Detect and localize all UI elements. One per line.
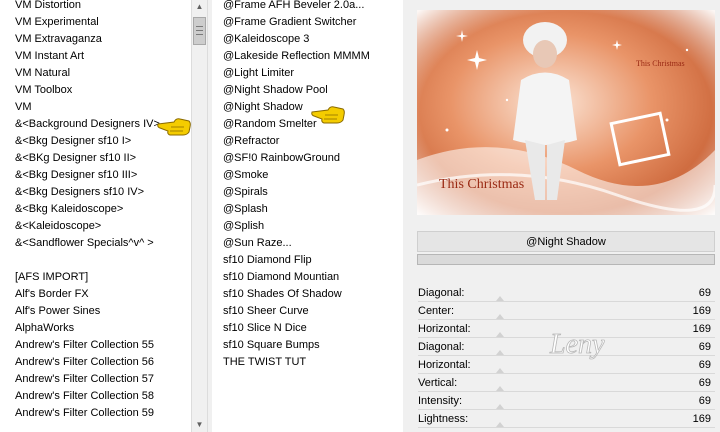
category-item[interactable]: VM Natural: [15, 65, 70, 82]
filter-item[interactable]: @Frame AFH Beveler 2.0a...: [223, 0, 364, 14]
filter-item-selected[interactable]: @Night Shadow: [223, 99, 303, 116]
slider-track[interactable]: [418, 319, 715, 320]
filter-item[interactable]: @Splish: [223, 218, 264, 235]
param-intensity[interactable]: Intensity: 69: [418, 393, 715, 410]
filter-item[interactable]: sf10 Sheer Curve: [223, 303, 309, 320]
category-item[interactable]: &<Bkg Kaleidoscope>: [15, 201, 123, 218]
filter-item[interactable]: @SF!0 RainbowGround: [223, 150, 340, 167]
filter-item[interactable]: sf10 Slice N Dice: [223, 320, 307, 337]
category-item[interactable]: VM Experimental: [15, 14, 99, 31]
param-label: Center:: [418, 305, 455, 317]
arrow-down-icon[interactable]: ▼: [192, 418, 207, 432]
param-value[interactable]: 69: [699, 357, 711, 374]
filter-settings-panel: This Christmas This Christmas @Night Sha…: [413, 0, 720, 432]
category-item[interactable]: Andrew's Filter Collection 56: [15, 354, 154, 371]
param-center[interactable]: Center: 169: [418, 303, 715, 320]
category-item[interactable]: Alf's Border FX: [15, 286, 89, 303]
category-item[interactable]: &<Bkg Designer sf10 I>: [15, 133, 131, 150]
param-label: Horizontal:: [418, 323, 471, 335]
filter-item[interactable]: @Lakeside Reflection MMMM: [223, 48, 370, 65]
category-item[interactable]: Andrew's Filter Collection 55: [15, 337, 154, 354]
filter-item[interactable]: sf10 Shades Of Shadow: [223, 286, 342, 303]
param-value[interactable]: 169: [693, 411, 711, 428]
category-item[interactable]: Alf's Power Sines: [15, 303, 100, 320]
param-value[interactable]: 69: [699, 339, 711, 356]
category-item[interactable]: &<Bkg Designers sf10 IV>: [15, 184, 144, 201]
category-item-selected[interactable]: &<Background Designers IV>: [15, 116, 160, 133]
filter-item[interactable]: @Sun Raze...: [223, 235, 292, 252]
slider-track[interactable]: [418, 301, 715, 302]
filter-item[interactable]: @Spirals: [223, 184, 268, 201]
filter-item[interactable]: @Kaleidoscope 3: [223, 31, 309, 48]
param-label: Lightness:: [418, 413, 469, 425]
filter-item[interactable]: @Refractor: [223, 133, 279, 150]
param-diagonal-1[interactable]: Diagonal: 69: [418, 285, 715, 302]
slider-track[interactable]: [418, 427, 715, 428]
category-item[interactable]: &<Kaleidoscope>: [15, 218, 101, 235]
category-item[interactable]: &<BKg Designer sf10 II>: [15, 150, 136, 167]
slider-track[interactable]: [418, 373, 715, 374]
hand-pointer-icon: [311, 106, 345, 124]
param-lightness[interactable]: Lightness: 169: [418, 411, 715, 428]
category-item[interactable]: Andrew's Filter Collection 58: [15, 388, 154, 405]
preview-image: This Christmas This Christmas: [417, 10, 715, 215]
category-item[interactable]: VM Instant Art: [15, 48, 84, 65]
param-label: Intensity:: [418, 395, 463, 407]
slider-track[interactable]: [418, 391, 715, 392]
category-list[interactable]: VM Distortion VM Experimental VM Extrava…: [0, 0, 191, 432]
category-item[interactable]: Andrew's Filter Collection 59: [15, 405, 154, 422]
filter-item[interactable]: sf10 Diamond Flip: [223, 252, 312, 269]
filter-item[interactable]: sf10 Square Bumps: [223, 337, 320, 354]
filter-item[interactable]: THE TWIST TUT: [223, 354, 306, 371]
watermark: Leny: [549, 329, 606, 361]
param-value[interactable]: 169: [693, 303, 711, 320]
filter-item[interactable]: @Random Smelter: [223, 116, 317, 133]
category-item[interactable]: VM: [15, 99, 32, 116]
param-label: Diagonal:: [418, 287, 465, 299]
filter-name-label: @Night Shadow: [417, 231, 715, 252]
filter-list[interactable]: @Frame AFH Beveler 2.0a... @Frame Gradie…: [212, 0, 403, 432]
param-value[interactable]: 69: [699, 285, 711, 302]
param-value[interactable]: 69: [699, 393, 711, 410]
divider-bar: [417, 254, 715, 265]
param-label: Diagonal:: [418, 341, 465, 353]
category-item[interactable]: VM Extravaganza: [15, 31, 102, 48]
scrollbar-thumb[interactable]: [193, 17, 206, 45]
category-item[interactable]: &<Sandflower Specials^v^ >: [15, 235, 154, 252]
category-item[interactable]: VM Distortion: [15, 0, 81, 14]
filter-item[interactable]: @Frame Gradient Switcher: [223, 14, 356, 31]
param-label: Horizontal:: [418, 359, 471, 371]
preview-large-title: This Christmas: [439, 177, 524, 192]
filter-item[interactable]: @Splash: [223, 201, 268, 218]
hand-pointer-icon: [157, 118, 191, 136]
filter-item[interactable]: @Smoke: [223, 167, 268, 184]
filter-item[interactable]: @Night Shadow Pool: [223, 82, 328, 99]
category-item[interactable]: [AFS IMPORT]: [15, 269, 88, 286]
filter-item[interactable]: sf10 Diamond Mountian: [223, 269, 339, 286]
param-label: Vertical:: [418, 377, 458, 389]
param-value[interactable]: 169: [693, 321, 711, 338]
category-item[interactable]: VM Toolbox: [15, 82, 72, 99]
svg-text:Leny: Leny: [549, 329, 605, 360]
filter-item[interactable]: @Light Limiter: [223, 65, 294, 82]
slider-track[interactable]: [418, 409, 715, 410]
category-item[interactable]: Andrew's Filter Collection 57: [15, 371, 154, 388]
arrow-up-icon[interactable]: ▲: [192, 0, 207, 14]
param-value[interactable]: 69: [699, 375, 711, 392]
preview-small-title: This Christmas: [636, 59, 685, 68]
category-scrollbar[interactable]: ▲ ▼: [191, 0, 208, 432]
category-item[interactable]: &<Bkg Designer sf10 III>: [15, 167, 137, 184]
param-vertical[interactable]: Vertical: 69: [418, 375, 715, 392]
category-item[interactable]: AlphaWorks: [15, 320, 74, 337]
